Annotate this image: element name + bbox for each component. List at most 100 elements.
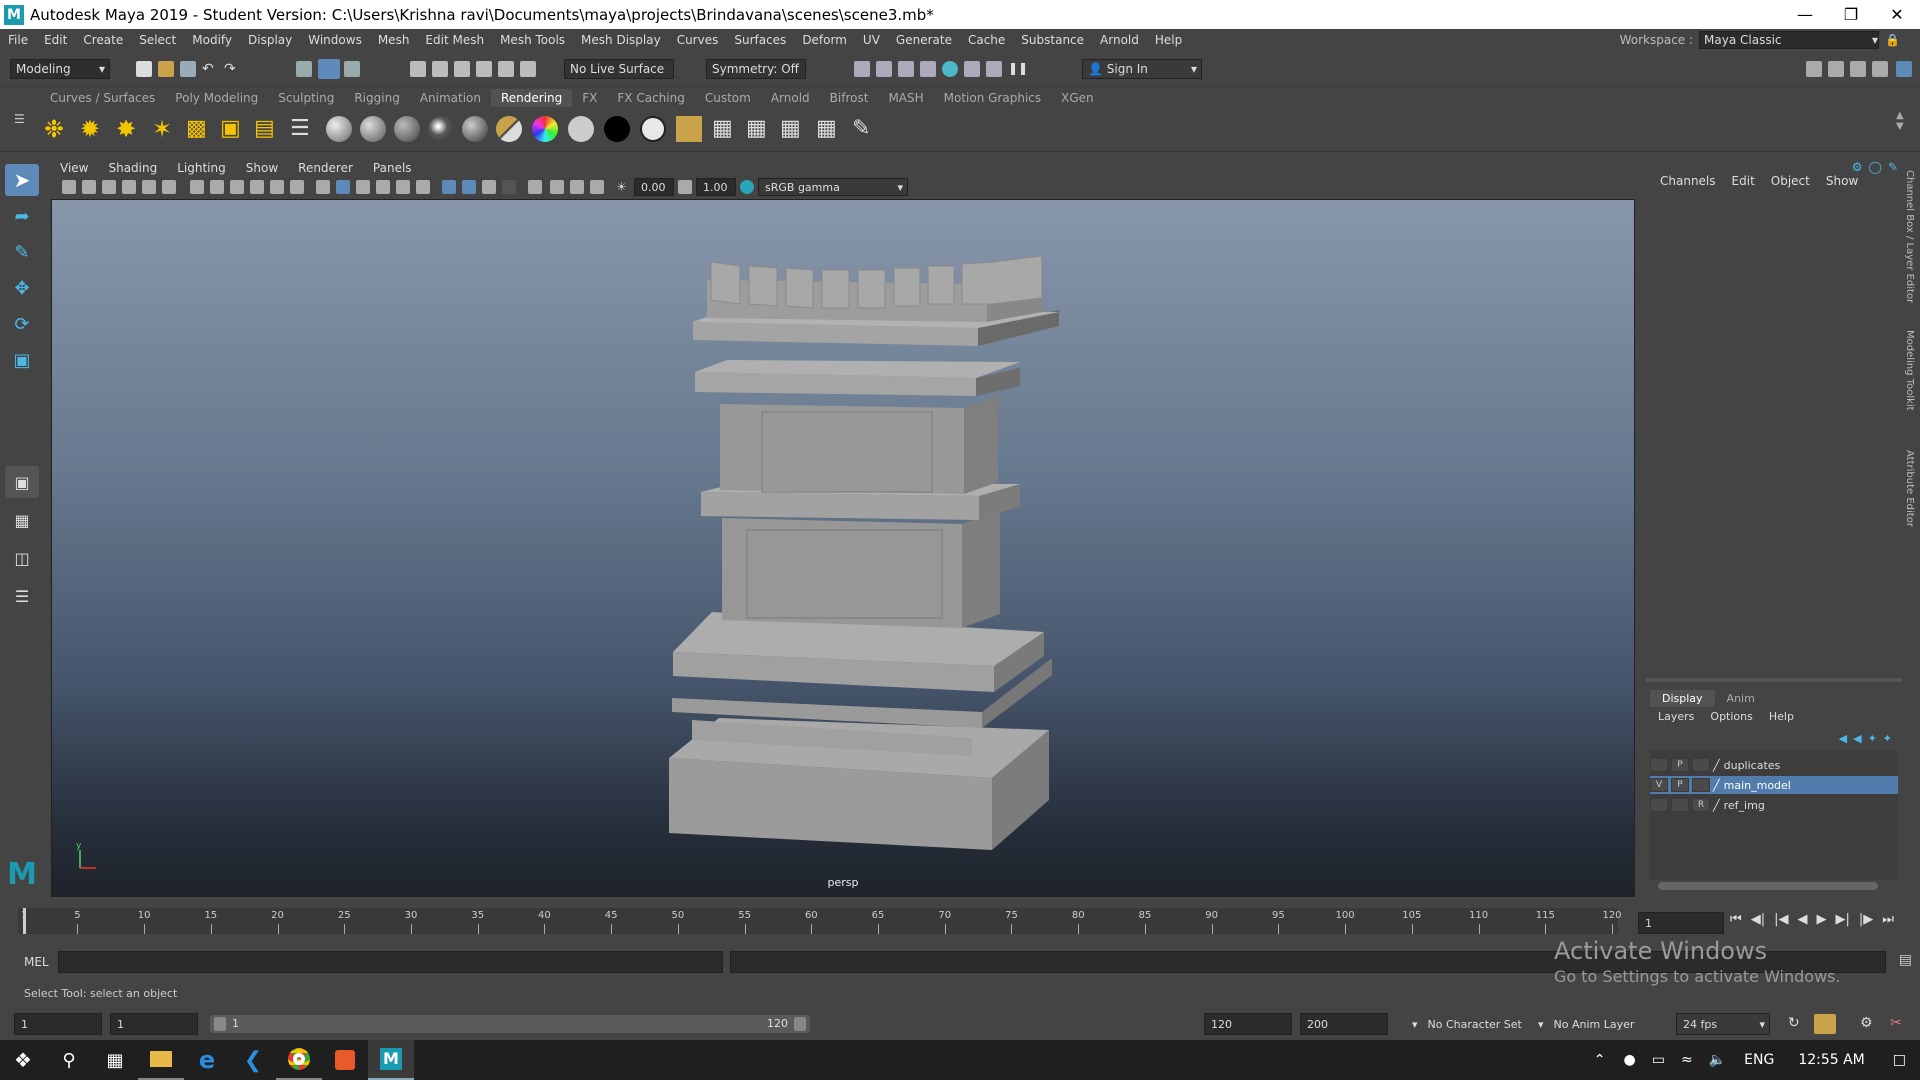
input-language[interactable]: ENG xyxy=(1734,1052,1784,1068)
animation-start-field[interactable]: 1 xyxy=(14,1013,102,1035)
phong-e-material-icon[interactable] xyxy=(428,116,454,142)
phong-material-icon[interactable] xyxy=(394,116,420,142)
safe-action-icon[interactable] xyxy=(290,180,304,194)
wireframe-icon[interactable] xyxy=(316,180,330,194)
render-view-shelf-icon[interactable]: ▦ xyxy=(712,116,738,142)
menu-mesh[interactable]: Mesh xyxy=(370,33,418,47)
menu-windows[interactable]: Windows xyxy=(300,33,370,47)
ramp-shader-icon[interactable] xyxy=(532,116,558,142)
gate-mask-icon[interactable] xyxy=(250,180,264,194)
xray-icon[interactable] xyxy=(462,180,476,194)
new-layer-icon[interactable]: ✦ xyxy=(1868,732,1877,745)
menu-cache[interactable]: Cache xyxy=(960,33,1013,47)
step-forward-frame-icon[interactable]: ▶| xyxy=(1835,912,1849,927)
shelf-tab-poly-modeling[interactable]: Poly Modeling xyxy=(165,89,268,107)
search-icon[interactable]: ⚲ xyxy=(46,1040,92,1080)
cb-menu-show[interactable]: Show xyxy=(1818,174,1866,188)
area-light-icon[interactable]: ▩ xyxy=(186,116,212,142)
go-to-start-icon[interactable]: ⏮ xyxy=(1730,912,1742,927)
channel-box-icon[interactable]: ⚙ xyxy=(1852,160,1863,174)
textured-icon[interactable] xyxy=(376,180,390,194)
play-backward-icon[interactable]: ◀ xyxy=(1797,912,1807,927)
panel-splitter[interactable] xyxy=(1646,678,1902,682)
shelf-tab-arnold[interactable]: Arnold xyxy=(761,89,820,107)
shelf-tab-motion-graphics[interactable]: Motion Graphics xyxy=(934,89,1052,107)
file-explorer-icon[interactable] xyxy=(138,1040,184,1080)
panel-menu-shading[interactable]: Shading xyxy=(98,161,167,175)
exposure-field[interactable]: 0.00 xyxy=(634,178,674,196)
menu-edit[interactable]: Edit xyxy=(36,33,75,47)
layer-tab-display[interactable]: Display xyxy=(1650,690,1715,707)
render-settings-icon[interactable] xyxy=(920,61,936,77)
image-plane-icon[interactable] xyxy=(122,180,136,194)
depth-of-field-icon[interactable] xyxy=(590,180,604,194)
layer-display-type-toggle[interactable]: R xyxy=(1692,798,1710,812)
modeling-toolkit-icon[interactable] xyxy=(1806,61,1822,77)
animation-end-field[interactable]: 200 xyxy=(1300,1013,1388,1035)
single-perspective-layout-icon[interactable]: ▣ xyxy=(5,466,39,498)
layered-shader-icon[interactable] xyxy=(496,116,522,142)
select-hierarchy-icon[interactable] xyxy=(296,61,312,77)
layer-tab-anim[interactable]: Anim xyxy=(1715,690,1767,707)
channel-box-icon[interactable] xyxy=(1896,61,1912,77)
new-scene-icon[interactable] xyxy=(136,61,152,77)
lambert-default-icon[interactable] xyxy=(640,116,666,142)
shelf-tab-rendering[interactable]: Rendering xyxy=(491,89,573,107)
view-transform-dropdown[interactable]: sRGB gamma ▾ xyxy=(758,178,908,196)
menu-arnold[interactable]: Arnold xyxy=(1092,33,1147,47)
snap-surface-icon[interactable] xyxy=(498,61,514,77)
xray-components-icon[interactable] xyxy=(502,180,516,194)
anim-layer-dropdown[interactable]: ▾ No Anim Layer xyxy=(1532,1013,1652,1035)
scale-tool-icon[interactable]: ▣ xyxy=(5,344,39,376)
camera-attributes-icon[interactable] xyxy=(82,180,96,194)
blender-icon[interactable] xyxy=(322,1040,368,1080)
four-view-layout-icon[interactable]: ▦ xyxy=(5,504,39,536)
maya-taskbar-icon[interactable]: M xyxy=(368,1040,414,1080)
select-tool-icon[interactable]: ➤ xyxy=(5,164,39,196)
panel-menu-view[interactable]: View xyxy=(50,161,98,175)
bookmarks-icon[interactable] xyxy=(102,180,116,194)
camera-select-icon[interactable] xyxy=(62,180,76,194)
microphone-icon[interactable]: ● xyxy=(1616,1052,1644,1068)
render-view-icon[interactable] xyxy=(964,61,980,77)
2d-pan-zoom-icon[interactable] xyxy=(142,180,156,194)
clock[interactable]: 12:55 AM xyxy=(1784,1052,1878,1068)
layer-row[interactable]: P ╱ duplicates xyxy=(1650,756,1898,774)
time-slider[interactable]: 1510152025303540455055606570758085909510… xyxy=(18,902,1622,938)
shadows-icon[interactable] xyxy=(416,180,430,194)
grid-icon[interactable] xyxy=(190,180,204,194)
menu-curves[interactable]: Curves xyxy=(669,33,727,47)
hypershade-shelf-icon[interactable] xyxy=(676,116,702,142)
tool-settings-icon[interactable] xyxy=(1872,61,1888,77)
shelf-tab-xgen[interactable]: XGen xyxy=(1051,89,1104,107)
minimize-button[interactable]: — xyxy=(1782,0,1828,29)
ipr-shelf-icon[interactable]: ▦ xyxy=(780,116,806,142)
shelf-scroll-icon[interactable]: ▲ ▼ xyxy=(1896,110,1912,136)
shelf-tab-custom[interactable]: Custom xyxy=(695,89,761,107)
shelf-tab-animation[interactable]: Animation xyxy=(410,89,491,107)
anim-options-icon[interactable]: ✂ xyxy=(1890,1015,1902,1031)
anisotropic-material-icon[interactable] xyxy=(462,116,488,142)
render-layers-icon[interactable]: ✎ xyxy=(852,116,878,142)
script-editor-icon[interactable]: ▤ xyxy=(1899,952,1912,968)
field-chart-icon[interactable] xyxy=(270,180,284,194)
lambert-material-icon[interactable] xyxy=(326,116,352,142)
undo-icon[interactable]: ↶ xyxy=(202,61,218,77)
shelf-tab-curves-surfaces[interactable]: Curves / Surfaces xyxy=(40,89,165,107)
directional-light-icon[interactable]: ✹ xyxy=(80,116,106,142)
layer-menu-layers[interactable]: Layers xyxy=(1650,710,1702,723)
menu-generate[interactable]: Generate xyxy=(888,33,960,47)
cb-menu-channels[interactable]: Channels xyxy=(1652,174,1724,188)
motion-blur-icon[interactable] xyxy=(550,180,564,194)
close-button[interactable]: ✕ xyxy=(1874,0,1920,29)
layer-visibility-toggle[interactable] xyxy=(1650,758,1668,772)
resolution-gate-icon[interactable] xyxy=(230,180,244,194)
menu-uv[interactable]: UV xyxy=(855,33,888,47)
hypershade-icon[interactable] xyxy=(942,61,958,77)
new-layer-selected-icon[interactable]: ✦ xyxy=(1883,732,1892,745)
menu-file[interactable]: File xyxy=(0,33,36,47)
render-frame-icon[interactable] xyxy=(854,61,870,77)
panel-menu-lighting[interactable]: Lighting xyxy=(167,161,236,175)
camera-icon[interactable]: ▤ xyxy=(254,116,280,142)
pause-icon[interactable]: ❚❚ xyxy=(1008,61,1028,77)
